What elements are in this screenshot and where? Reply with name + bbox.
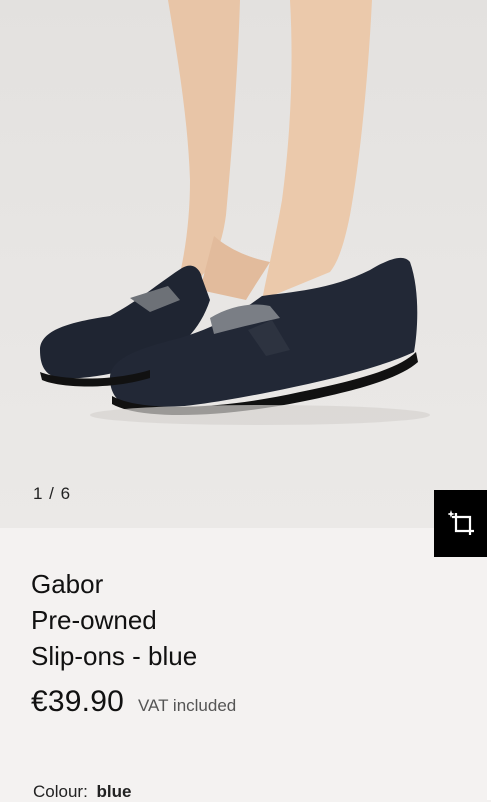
colour-row: Colour: blue — [33, 782, 132, 802]
product-title: Pre-owned Slip-ons - blue — [31, 602, 331, 674]
image-counter: 1 / 6 — [33, 484, 72, 503]
product-brand[interactable]: Gabor — [31, 566, 103, 602]
price-row: €39.90 VAT included — [31, 685, 236, 719]
product-title-line1: Pre-owned — [31, 605, 157, 635]
product-title-line2: Slip-ons - blue — [31, 641, 198, 671]
product-photo — [40, 0, 430, 425]
product-price: €39.90 — [31, 685, 124, 718]
colour-value: blue — [96, 782, 132, 801]
product-image-gallery[interactable]: 1 / 6 — [0, 0, 491, 528]
screen-edge — [487, 0, 491, 800]
colour-label: Colour: — [33, 782, 88, 801]
vat-note: VAT included — [137, 696, 237, 715]
